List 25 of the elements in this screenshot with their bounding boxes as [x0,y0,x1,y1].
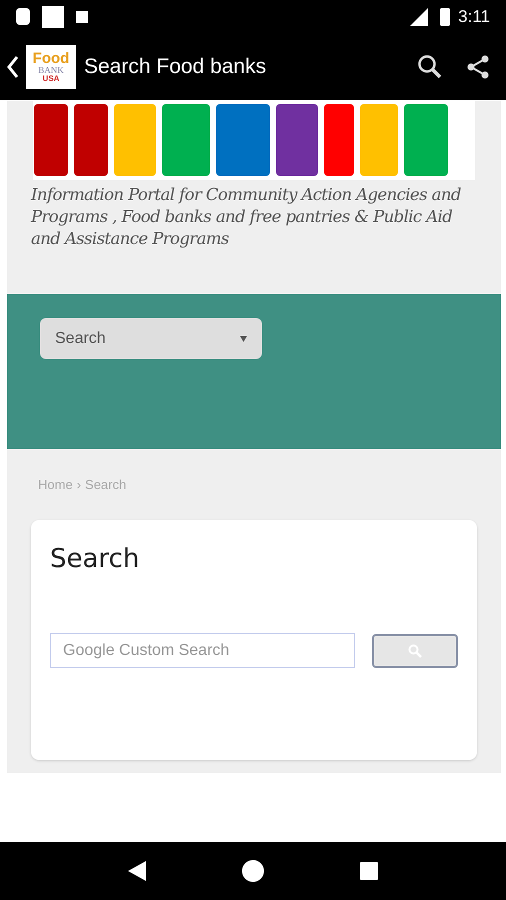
logo-word: Food [32,50,70,66]
breadcrumb-separator: › [76,476,82,494]
tagline: Information Portal for Community Action Agencies and Programs , Food banks and free pantries & Public Aid and Assistance Programs [30,184,462,250]
search-submit-button[interactable] [372,634,458,668]
card-heading: Search [50,543,140,576]
recents-square-icon [360,862,378,880]
status-time: 3:11 [458,6,490,28]
back-triangle-icon [128,861,146,881]
search-icon [417,54,443,80]
home-circle-icon [242,860,264,882]
breadcrumb-link[interactable]: Search [85,474,126,494]
logo-word: USA [42,74,60,82]
search-icon [408,644,422,658]
logo-word: BANK [38,66,64,74]
back-nav-button[interactable] [128,861,146,881]
battery-icon [440,8,450,26]
search-select[interactable]: Search [40,318,262,359]
home-nav-button[interactable] [242,860,264,882]
share-icon [465,54,491,80]
square-icon [42,6,64,28]
breadcrumb-link[interactable]: Home [38,474,73,494]
app-title: Search Food banks [84,54,266,80]
signal-icon [410,8,428,26]
search-field[interactable]: Google Custom Search [50,633,355,668]
dropdown-caret-icon [240,336,247,342]
